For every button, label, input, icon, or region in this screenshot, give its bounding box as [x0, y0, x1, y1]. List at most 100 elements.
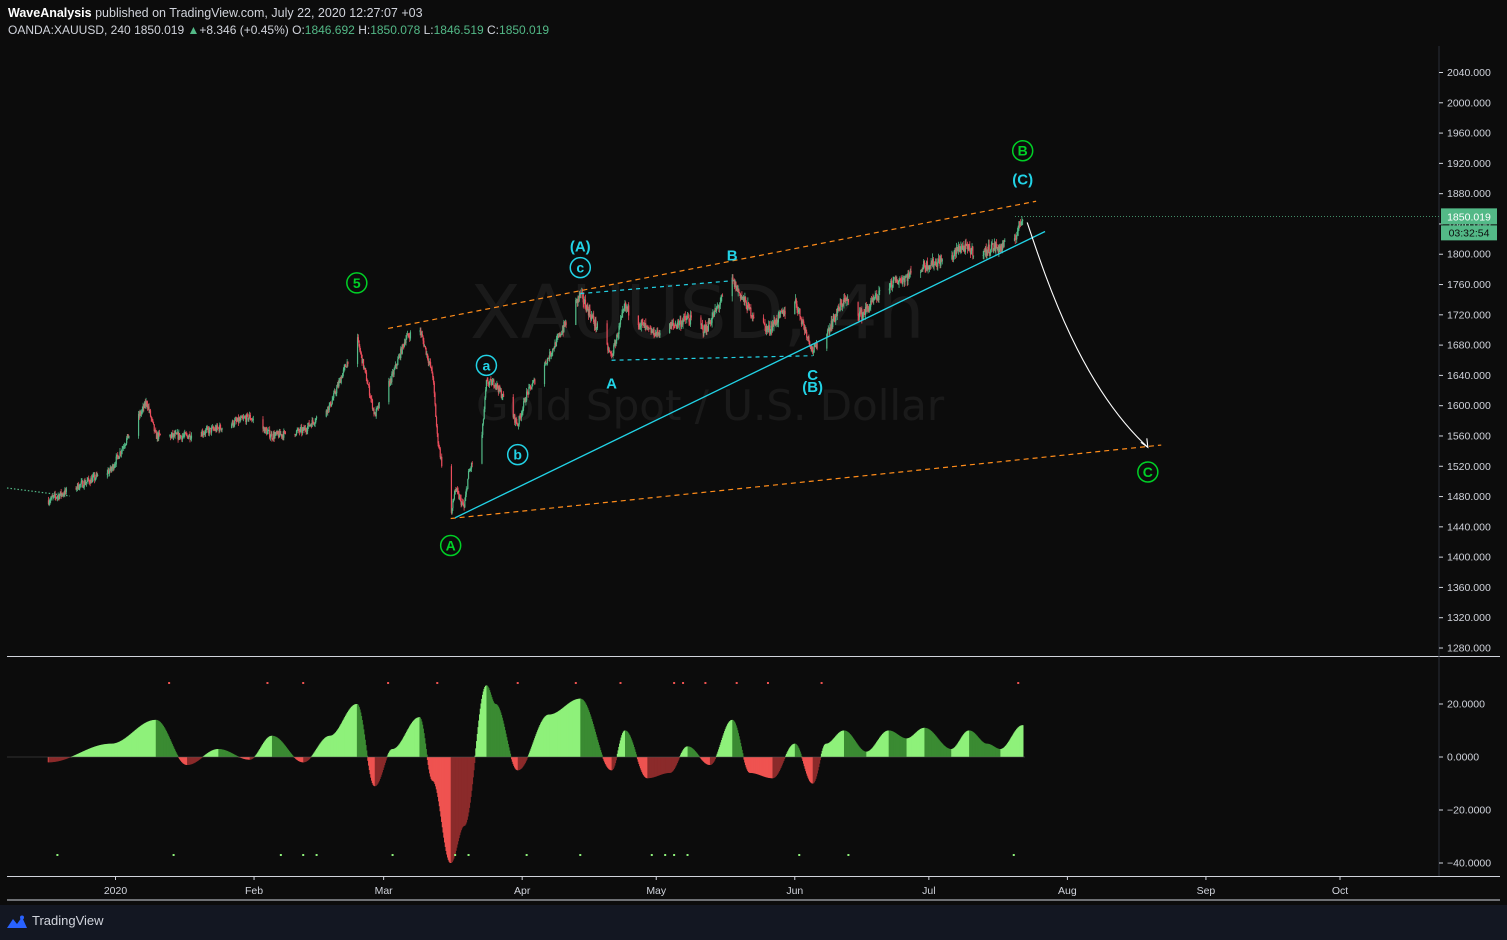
candle-body: [409, 332, 412, 339]
wave-label: (A): [570, 239, 591, 256]
signal-dot: [574, 682, 577, 684]
price-tick-label: 1600.000: [1447, 400, 1491, 412]
candle-body: [529, 385, 531, 387]
price-tick-label: 2040.000: [1447, 67, 1491, 79]
close-value: 1850.019: [499, 23, 550, 37]
candle-body: [565, 322, 567, 325]
osc-bar: [473, 757, 476, 764]
signal-dot: [454, 854, 457, 856]
last-price: 1850.019: [134, 23, 185, 37]
signal-dot: [735, 682, 738, 684]
candle-body: [970, 250, 972, 255]
time-tick-label: Jun: [786, 885, 803, 897]
osc-tick-label: 20.0000: [1447, 699, 1485, 711]
wave-label: C: [807, 367, 818, 384]
price-change: +8.346 (+0.45%): [199, 23, 289, 37]
time-tick-label: Aug: [1058, 885, 1077, 897]
price-tick-label: 1760.000: [1447, 279, 1491, 291]
candle-body: [464, 500, 466, 508]
signal-dot: [847, 854, 850, 856]
time-tick-label: Feb: [245, 885, 263, 897]
candle-body: [360, 352, 362, 355]
signal-dot: [315, 854, 318, 856]
price-tick-label: 1480.000: [1447, 491, 1491, 503]
candle-body: [596, 323, 599, 329]
open-label: O:: [292, 23, 305, 37]
wave-label: C: [1143, 464, 1153, 480]
candle-body: [784, 310, 786, 315]
time-tick-label: 2020: [104, 885, 128, 897]
candle-body: [1004, 240, 1006, 242]
candle-body: [972, 246, 974, 256]
wave-label: b: [513, 447, 522, 463]
candle-body: [378, 402, 380, 409]
candle-body: [252, 419, 254, 421]
chart-svg[interactable]: XAUUSD, 4h Gold Spot / U.S. Dollar 5 A B C (…: [0, 0, 1507, 940]
signal-dot: [516, 682, 519, 684]
time-tick-label: Mar: [375, 885, 394, 897]
candle-body: [439, 448, 441, 458]
candle-body: [65, 488, 67, 492]
candle-body: [187, 436, 190, 439]
osc-bar: [1022, 725, 1024, 757]
signal-dot: [1012, 854, 1015, 856]
wave-label: B: [1018, 143, 1028, 159]
wave-label: 5: [353, 275, 361, 291]
signal-dot: [704, 682, 707, 684]
candle-body: [467, 471, 470, 479]
candle-body: [873, 298, 876, 300]
candle-body: [764, 323, 766, 326]
candle-body: [152, 419, 154, 422]
candle-body: [336, 387, 338, 394]
candle-body: [491, 381, 493, 386]
time-tick-label: Oct: [1332, 885, 1348, 897]
time-tick-label: Sep: [1197, 885, 1216, 897]
candle-body: [606, 323, 608, 345]
candle-body: [316, 416, 318, 419]
candle-body: [941, 259, 943, 262]
candle-body: [502, 393, 505, 397]
signal-dot: [56, 854, 59, 856]
signal-dot: [664, 854, 667, 856]
candle-body: [219, 425, 222, 429]
candle-body: [240, 417, 242, 421]
candle-body: [543, 364, 546, 385]
candle-body: [832, 320, 834, 328]
candle-body: [485, 380, 488, 390]
symbol-label[interactable]: OANDA:XAUUSD, 240: [8, 23, 131, 37]
wave-label: A: [446, 538, 456, 554]
price-tick-label: 1560.000: [1447, 430, 1491, 442]
candle-body: [1003, 241, 1005, 247]
candle-body: [672, 323, 674, 325]
osc-bar: [819, 757, 821, 761]
signal-dot: [766, 682, 769, 684]
osc-tick-label: 0.0000: [1447, 752, 1479, 764]
candle-body: [893, 278, 895, 280]
wave-label: A: [606, 375, 617, 392]
candle-body: [149, 410, 152, 417]
candle-body: [481, 434, 483, 464]
low-value: 1846.519: [433, 23, 484, 37]
candle-body: [453, 494, 455, 499]
candle-body: [467, 478, 469, 489]
signal-dot: [820, 682, 823, 684]
signal-dot: [387, 682, 390, 684]
price-tick-label: 1720.000: [1447, 309, 1491, 321]
tradingview-logo[interactable]: TradingView: [6, 913, 104, 929]
author-name[interactable]: WaveAnalysis: [8, 6, 92, 20]
publish-date: published on TradingView.com, July 22, 2…: [95, 6, 423, 20]
candle-body: [646, 325, 648, 328]
brand-name: TradingView: [32, 913, 104, 928]
signal-dot: [1017, 682, 1020, 684]
candle-body: [595, 319, 597, 329]
candle-body: [269, 436, 272, 438]
signal-dot: [525, 854, 528, 856]
wave-label: B: [727, 248, 738, 265]
price-tick-label: 1320.000: [1447, 612, 1491, 624]
price-tick-label: 1920.000: [1447, 158, 1491, 170]
candle-body: [121, 448, 123, 452]
osc-bar: [741, 753, 744, 757]
candle-body: [357, 337, 359, 341]
signal-dot: [682, 682, 685, 684]
signal-dot: [467, 854, 470, 856]
